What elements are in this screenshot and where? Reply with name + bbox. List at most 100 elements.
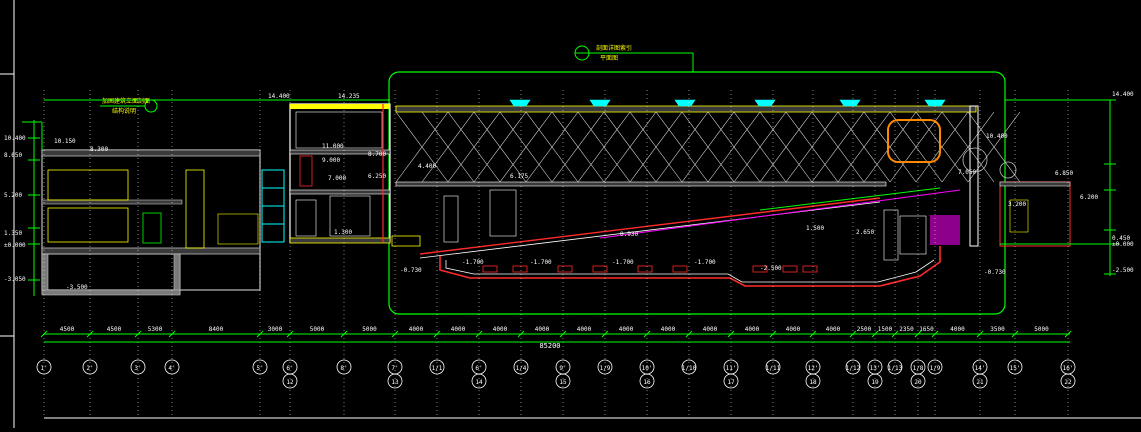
elev-mid-1: 11.000	[322, 143, 344, 150]
elev-mid-7: 4.400	[418, 163, 436, 170]
dimension-label: 8400	[209, 326, 224, 333]
dimension-label: 4000	[826, 326, 841, 333]
dimension-label: 2350	[899, 326, 914, 333]
elev-mid-3: 8.700	[368, 151, 386, 158]
axis-bubble-label: 14'	[975, 365, 986, 372]
dimension-label: 5000	[1034, 326, 1049, 333]
axis-bubble-label: 4'	[168, 365, 175, 372]
axis-bubble-lower-label: 15	[559, 379, 567, 386]
axis-bubble-lower-label: 17	[727, 379, 735, 386]
elev-mid-4: 7.000	[328, 175, 346, 182]
axis-bubble-label: 16'	[1063, 365, 1074, 372]
seating-block	[930, 215, 960, 245]
elev-hall-1: 6.175	[510, 173, 528, 180]
elev-hall-2: 0.930	[620, 231, 638, 238]
dimension-label: 4000	[786, 326, 801, 333]
elev-top-mid: 14.235	[338, 93, 360, 100]
axis-bubble-lower-label: 13	[391, 379, 399, 386]
left-callout-line2: 结构说明	[112, 107, 136, 115]
building-section-drawing: 剖面详图索引 平面图 加固建筑立面剖面 结构说明 4500 4500 5300 …	[0, 0, 1141, 428]
dimension-label: 2500	[857, 326, 872, 333]
dimension-label: 4000	[493, 326, 508, 333]
elev-right-9: -0.730	[984, 269, 1006, 276]
elev-mid-5: 6.250	[368, 173, 386, 180]
elev-mid-2: 9.000	[322, 157, 340, 164]
elev-right-7: ±0.000	[1112, 241, 1134, 248]
callout-line1: 剖面详图索引	[596, 44, 632, 52]
axis-bubble-lower-label: 20	[914, 379, 922, 386]
elev-hall-9: 1.500	[806, 225, 824, 232]
callout-line2: 平面图	[600, 55, 618, 62]
elev-hall-10: 2.650	[856, 229, 874, 236]
axis-bubble-label: 1/10	[682, 365, 697, 372]
axis-bubble-lower-label: 21	[976, 379, 984, 386]
elev-left-4: 8.300	[90, 146, 108, 153]
elev-hall-5: -1.700	[612, 259, 634, 266]
left-building-floor	[41, 247, 261, 255]
elev-right-4: 6.200	[1080, 194, 1098, 201]
axis-bubble-label: 1/4	[516, 365, 527, 372]
dimension-label: 4000	[661, 326, 676, 333]
dimension-label: 4000	[451, 326, 466, 333]
axis-bubble-label: 10'	[642, 365, 653, 372]
dimension-label: 3500	[990, 326, 1005, 333]
dimension-label: 4000	[950, 326, 965, 333]
roof-bottom-chord	[395, 181, 887, 187]
axis-bubble-label: 1/9	[930, 365, 941, 372]
axis-bubble-lower-label: 19	[871, 379, 879, 386]
axis-bubble-label: 1/1	[432, 365, 443, 372]
axis-bubble-label: 3'	[134, 365, 141, 372]
elev-right-1: 10.400	[986, 133, 1008, 140]
axis-bubble-label: 2'	[86, 365, 93, 372]
dimension-label: 4000	[619, 326, 634, 333]
left-callout-line1: 加固建筑立面剖面	[102, 97, 150, 105]
dimension-label: 3000	[268, 326, 283, 333]
dimension-label: 5300	[148, 326, 163, 333]
elev-left-6: 1.350	[4, 230, 22, 237]
total-dimension-label: 85200	[539, 342, 560, 350]
elev-hall-7: -1.700	[462, 259, 484, 266]
elev-right-2: 7.050	[958, 169, 976, 176]
axis-bubble-lower-label: 14	[475, 379, 483, 386]
axis-bubble-label: 15'	[1010, 365, 1021, 372]
elev-hall-3: -0.730	[400, 267, 422, 274]
axis-bubble-lower-label: 16	[643, 379, 651, 386]
axis-bubble-label: 1/13	[888, 365, 903, 372]
axis-bubble-lower-label: 22	[1064, 379, 1072, 386]
cad-drawing-canvas: 剖面详图索引 平面图 加固建筑立面剖面 结构说明 4500 4500 5300 …	[0, 0, 1141, 428]
dimension-label: 1650	[919, 326, 934, 333]
elev-left-7: ±0.000	[4, 242, 26, 249]
axis-bubble-label: 1/11	[766, 365, 781, 372]
elev-hall-6: -1.700	[694, 259, 716, 266]
elev-hall-4: -1.700	[530, 259, 552, 266]
dimension-label: 4000	[577, 326, 592, 333]
elev-left-8: -3.050	[4, 276, 26, 283]
dimension-label: 4000	[535, 326, 550, 333]
elev-right-8: -2.500	[1112, 267, 1134, 274]
axis-bubble-label: 1/9	[600, 365, 611, 372]
axis-bubble-label: 6'	[475, 365, 482, 372]
axis-bubble-label: 9'	[559, 365, 566, 372]
left-building-roof	[41, 149, 261, 157]
elev-top-right: 14.400	[1112, 91, 1134, 98]
axis-bubble-label: 1'	[40, 365, 47, 372]
elev-left-9: -3.500	[66, 284, 88, 291]
axis-bubble-label: 13'	[870, 365, 881, 372]
axis-bubble-label: 12'	[808, 365, 819, 372]
dimension-label: 5000	[310, 326, 325, 333]
dimension-label: 4500	[107, 326, 122, 333]
dimension-label: 5000	[362, 326, 377, 333]
axis-bubble-label: 1/12	[846, 365, 861, 372]
elev-left-3: 8.650	[4, 152, 22, 159]
elev-right-3: 6.850	[1055, 170, 1073, 177]
elev-right-5: 3.200	[1008, 201, 1026, 208]
axis-bubble-lower-label: 18	[809, 379, 817, 386]
left-building-slab	[41, 199, 183, 205]
axis-bubble-label: 7'	[391, 365, 398, 372]
roof-top-chord	[395, 105, 977, 113]
dimension-label: 1500	[878, 326, 893, 333]
axis-bubble-lower-label: 12	[286, 379, 294, 386]
elev-left-2: 10.150	[54, 138, 76, 145]
axis-bubble-label: 1/8	[913, 365, 924, 372]
elev-mid-6: 1.300	[334, 229, 352, 236]
